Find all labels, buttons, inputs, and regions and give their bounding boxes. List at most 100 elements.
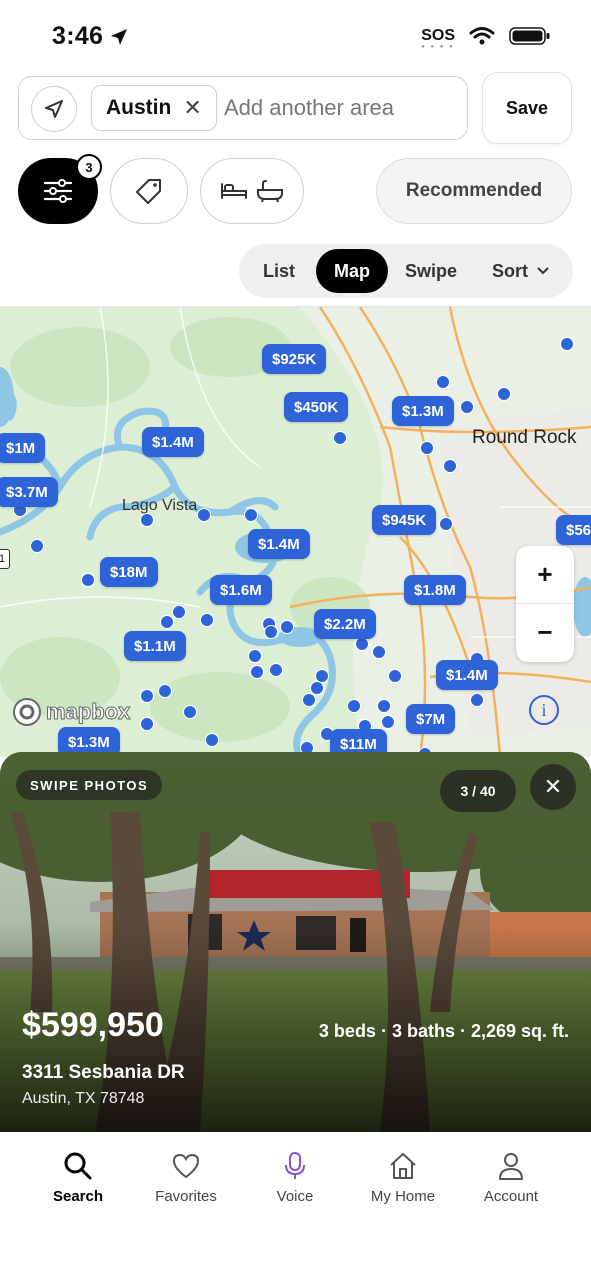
listing-dot[interactable]	[443, 459, 457, 473]
listing-dot[interactable]	[388, 669, 402, 683]
listing-dot[interactable]	[197, 508, 211, 522]
offscreen-marker[interactable]: 1	[0, 549, 10, 569]
beds-baths-filter-button[interactable]	[200, 158, 304, 224]
time-text: 3:46	[52, 22, 104, 50]
nav-account[interactable]: Account	[457, 1150, 565, 1205]
price-pin[interactable]: $7M	[406, 704, 456, 734]
tab-map[interactable]: Map	[316, 249, 388, 293]
sliders-icon	[43, 179, 73, 203]
price-pin[interactable]: $1.4M	[142, 427, 204, 457]
price-pin[interactable]: $450K	[284, 392, 349, 422]
tab-list[interactable]: List	[247, 249, 311, 293]
price-pin[interactable]: $1.1M	[124, 631, 186, 661]
listing-dot[interactable]	[439, 517, 453, 531]
zoom-out-button[interactable]: −	[516, 604, 574, 661]
listing-dot[interactable]	[333, 431, 347, 445]
listing-dot[interactable]	[377, 699, 391, 713]
info-icon[interactable]: i	[529, 695, 559, 725]
nav-search[interactable]: Search	[24, 1150, 132, 1205]
status-time: 3:46	[52, 22, 129, 51]
add-area-input[interactable]: Add another area	[224, 95, 394, 121]
current-location-button[interactable]	[31, 86, 77, 132]
listing-dot[interactable]	[248, 649, 262, 663]
price-pin[interactable]: $945K	[372, 505, 437, 535]
listing-price: $599,950	[22, 1006, 164, 1044]
area-chip[interactable]: Austin ✕	[91, 85, 217, 131]
search-box[interactable]: Austin ✕ Add another area	[18, 76, 468, 140]
price-pin[interactable]: $3.7M	[0, 477, 58, 507]
listing-dot[interactable]	[30, 539, 44, 553]
wifi-icon	[469, 27, 495, 45]
listing-dot[interactable]	[158, 684, 172, 698]
price-pin[interactable]: $925K	[262, 344, 327, 374]
listing-specs: 3 beds · 3 baths · 2,269 sq. ft.	[318, 1021, 569, 1041]
nav-my-home-label: My Home	[370, 1188, 436, 1205]
mapbox-wordmark: mapbox	[45, 699, 131, 725]
microphone-icon	[285, 1152, 305, 1179]
sos-text: SOS	[421, 27, 455, 44]
listing-dot[interactable]	[355, 637, 369, 651]
listing-dot[interactable]	[420, 441, 434, 455]
listing-dot[interactable]	[81, 573, 95, 587]
map-view[interactable]: Round Rock Lago Vista $925K $450K $1.3M …	[0, 306, 591, 757]
price-pin[interactable]: $1.3M	[392, 396, 454, 426]
zoom-in-button[interactable]: +	[516, 546, 574, 604]
tab-swipe[interactable]: Swipe	[395, 249, 467, 293]
close-icon[interactable]: ✕	[530, 764, 576, 810]
listing-dot[interactable]	[200, 613, 214, 627]
listing-dot[interactable]	[269, 663, 283, 677]
listing-dot[interactable]	[560, 337, 574, 351]
bottom-nav: Search Favorites Voice My Home Account	[0, 1132, 591, 1280]
listing-dot[interactable]	[381, 715, 395, 729]
price-pin[interactable]: $1.4M	[248, 529, 310, 559]
listing-dot[interactable]	[460, 400, 474, 414]
listing-dot[interactable]	[160, 615, 174, 629]
nav-voice-label: Voice	[276, 1188, 314, 1205]
map-label-lago-vista: Lago Vista	[122, 497, 198, 514]
listing-dot[interactable]	[470, 693, 484, 707]
price-pin[interactable]: $56	[556, 515, 591, 545]
listing-dot[interactable]	[244, 508, 258, 522]
price-pin[interactable]: $1.4M	[436, 660, 498, 690]
listing-dot[interactable]	[250, 665, 264, 679]
listing-dot[interactable]	[280, 620, 294, 634]
nav-account-label: Account	[483, 1188, 539, 1205]
mapbox-attribution[interactable]: mapbox	[12, 697, 131, 727]
nav-voice[interactable]: Voice	[241, 1150, 349, 1205]
listing-dot[interactable]	[302, 693, 316, 707]
area-chip-label: Austin	[106, 96, 172, 119]
nav-favorites[interactable]: Favorites	[132, 1150, 240, 1205]
sort-recommended-button[interactable]: Recommended	[376, 158, 572, 224]
listing-dot[interactable]	[497, 387, 511, 401]
bathtub-icon	[257, 180, 283, 203]
remove-area-icon[interactable]: ✕	[183, 95, 201, 121]
price-filter-button[interactable]	[110, 158, 188, 224]
listing-dot[interactable]	[183, 705, 197, 719]
price-pin[interactable]: $18M	[100, 557, 158, 587]
listing-dot[interactable]	[140, 717, 154, 731]
listing-dot[interactable]	[347, 699, 361, 713]
nav-my-home[interactable]: My Home	[349, 1150, 457, 1205]
chevron-down-icon	[537, 267, 549, 275]
filter-count-badge: 3	[76, 154, 102, 180]
view-toggle: List Map Swipe Sort	[239, 244, 573, 298]
listing-dot[interactable]	[140, 513, 154, 527]
listing-dot[interactable]	[372, 645, 386, 659]
home-icon	[390, 1153, 416, 1179]
price-pin[interactable]: $1M	[0, 433, 46, 463]
price-tag-icon	[136, 179, 161, 204]
price-pin[interactable]: $1.6M	[210, 575, 272, 605]
listing-dot[interactable]	[205, 733, 219, 747]
nav-favorites-label: Favorites	[155, 1188, 217, 1205]
listing-dot[interactable]	[264, 625, 278, 639]
save-search-button[interactable]: Save	[482, 72, 572, 144]
listing-street: 3311 Sesbania DR	[22, 1062, 185, 1083]
listing-dot[interactable]	[140, 689, 154, 703]
sort-dropdown[interactable]: Sort	[479, 249, 563, 293]
listing-dot[interactable]	[172, 605, 186, 619]
bed-icon	[221, 183, 247, 199]
location-arrow-icon	[45, 100, 63, 118]
listing-dot[interactable]	[436, 375, 450, 389]
price-pin[interactable]: $2.2M	[314, 609, 376, 639]
price-pin[interactable]: $1.8M	[404, 575, 466, 605]
